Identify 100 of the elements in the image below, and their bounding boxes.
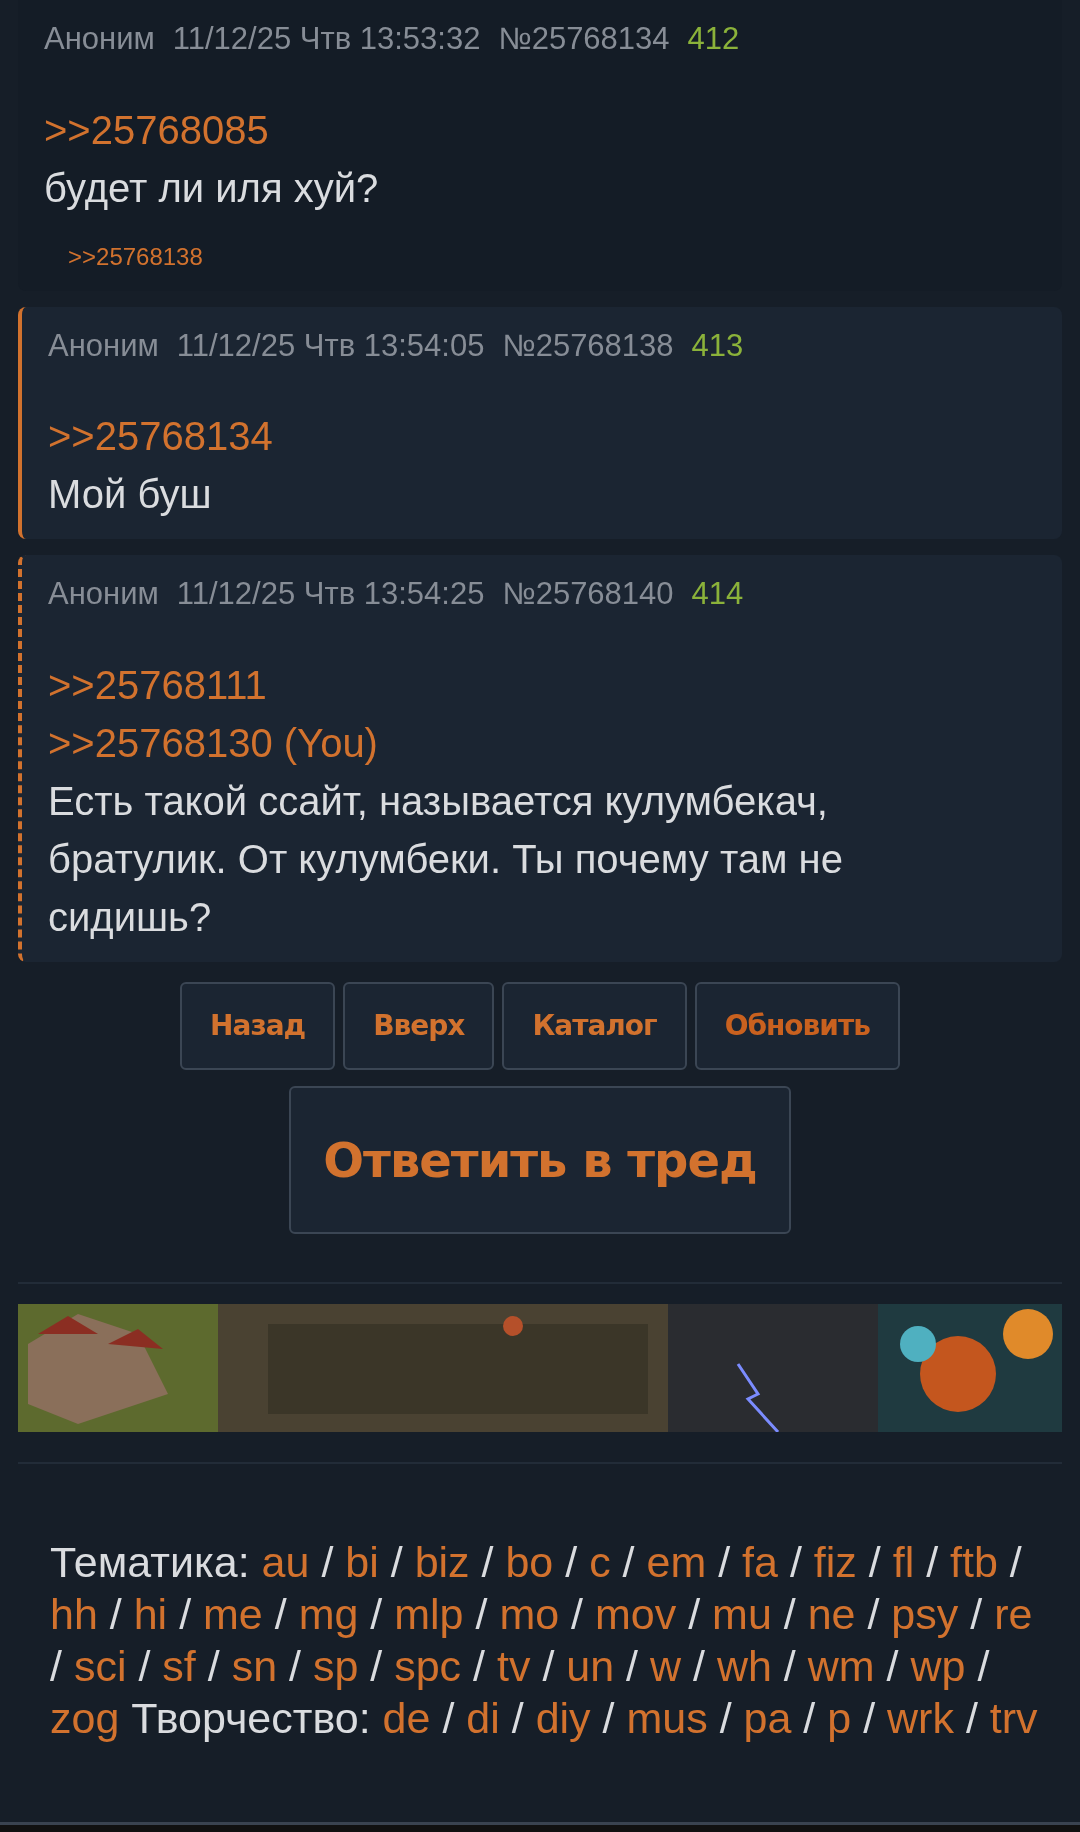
separator: /	[370, 1589, 383, 1638]
board-link[interactable]: sn	[231, 1641, 278, 1690]
section-title: Тематика:	[50, 1537, 250, 1586]
post-text: будет ли иля хуй?	[44, 164, 380, 212]
separator: /	[1009, 1537, 1022, 1586]
nav-button[interactable]: Обновить	[694, 981, 900, 1070]
board-link[interactable]: wh	[716, 1641, 772, 1690]
board-link[interactable]: de	[382, 1693, 431, 1742]
post-date: 11/12/25 Чтв 13:54:05	[176, 326, 485, 365]
separator: /	[475, 1589, 488, 1638]
board-link[interactable]: mg	[298, 1589, 359, 1638]
separator: /	[602, 1693, 615, 1742]
separator: /	[481, 1537, 494, 1586]
board-link[interactable]: mo	[499, 1589, 560, 1638]
board-link[interactable]: re	[994, 1589, 1033, 1638]
board-link[interactable]: mov	[594, 1589, 677, 1638]
post-index: 412	[687, 20, 740, 58]
separator: /	[693, 1641, 705, 1690]
separator: /	[109, 1589, 122, 1638]
post-text: Есть такой ссайт, называется кулумбекач, братулик. От кулумбеки. Ты почему там не сидишь?	[48, 777, 844, 941]
separator: /	[321, 1537, 334, 1586]
board-link[interactable]: wm	[807, 1641, 875, 1690]
quote-link[interactable]: >>25768085	[44, 100, 269, 159]
separator: /	[783, 1641, 796, 1690]
separator: /	[565, 1537, 578, 1586]
separator: /	[868, 1537, 881, 1586]
section-title: Творчество:	[131, 1693, 371, 1742]
board-link[interactable]: bo	[505, 1537, 554, 1586]
separator: /	[473, 1641, 486, 1690]
board-link[interactable]: trv	[989, 1693, 1038, 1742]
post-number[interactable]: №25768134	[498, 16, 670, 63]
board-link[interactable]: fl	[892, 1537, 915, 1586]
separator: /	[863, 1693, 876, 1742]
separator: /	[622, 1537, 635, 1586]
separator: /	[719, 1693, 732, 1742]
board-link[interactable]: sf	[162, 1641, 196, 1690]
board-link[interactable]: psy	[891, 1589, 959, 1638]
reply-link[interactable]: >>25768138	[68, 238, 203, 275]
board-link[interactable]: hi	[133, 1589, 168, 1638]
post-author: Аноним	[44, 20, 155, 58]
post-number[interactable]: №25768140	[502, 571, 674, 618]
board-link[interactable]: spc	[394, 1641, 462, 1690]
separator: /	[571, 1589, 583, 1638]
post-number[interactable]: №25768138	[502, 322, 674, 369]
separator: /	[867, 1589, 880, 1638]
board-link[interactable]: p	[827, 1693, 852, 1742]
board-link[interactable]: ne	[807, 1589, 856, 1638]
quote-link[interactable]: >>25768134	[48, 407, 273, 465]
separator: /	[274, 1589, 287, 1638]
reply-thread-button[interactable]: Ответить в тред	[289, 1085, 791, 1234]
separator: /	[886, 1641, 899, 1690]
board-link[interactable]: bi	[345, 1537, 379, 1586]
separator: /	[50, 1641, 62, 1690]
board-link[interactable]: ftb	[950, 1537, 998, 1586]
board-link[interactable]: mus	[626, 1693, 708, 1742]
board-link[interactable]: fa	[742, 1537, 778, 1586]
board-link[interactable]: tv	[497, 1641, 531, 1690]
quote-link[interactable]: >>25768130 (You)	[48, 713, 378, 772]
board-link[interactable]: fiz	[813, 1537, 857, 1586]
board-link[interactable]: biz	[414, 1537, 470, 1586]
nav-button[interactable]: Назад	[180, 981, 336, 1070]
board-link[interactable]: w	[650, 1641, 682, 1690]
separator: /	[926, 1537, 939, 1586]
quote-link[interactable]: >>25768111	[48, 655, 267, 714]
board-link[interactable]: di	[466, 1693, 500, 1742]
board-link[interactable]: pa	[743, 1693, 792, 1742]
separator: /	[688, 1589, 701, 1638]
board-link[interactable]: mu	[712, 1589, 772, 1638]
separator: /	[970, 1589, 983, 1638]
board-link[interactable]: wrk	[887, 1693, 954, 1742]
board-link[interactable]: wp	[910, 1641, 966, 1690]
board-link[interactable]: diy	[535, 1693, 591, 1742]
board-link[interactable]: me	[203, 1589, 263, 1638]
board-link[interactable]: hh	[50, 1589, 98, 1638]
nav-button[interactable]: Каталог	[502, 981, 687, 1070]
board-link[interactable]: c	[589, 1537, 611, 1586]
post-text: Мой буш	[48, 471, 213, 518]
board-link[interactable]: em	[646, 1537, 707, 1586]
separator: /	[783, 1589, 796, 1638]
separator: /	[179, 1589, 192, 1638]
board-link[interactable]: au	[261, 1537, 310, 1586]
post-index: 413	[691, 326, 744, 365]
separator: /	[370, 1641, 383, 1690]
separator: /	[289, 1641, 301, 1690]
post-author: Аноним	[48, 575, 159, 613]
board-link[interactable]: sci	[73, 1641, 127, 1690]
separator: /	[511, 1693, 524, 1742]
board-link[interactable]: zog	[50, 1693, 120, 1742]
separator: /	[542, 1641, 555, 1690]
separator: /	[965, 1693, 978, 1742]
nav-button[interactable]: Вверх	[343, 981, 495, 1070]
board-link[interactable]: mlp	[394, 1589, 464, 1638]
board-link[interactable]: sp	[312, 1641, 359, 1690]
separator: /	[442, 1693, 455, 1742]
board-link[interactable]: un	[566, 1641, 615, 1690]
separator: /	[977, 1641, 990, 1690]
separator: /	[138, 1641, 151, 1690]
separator: /	[803, 1693, 816, 1742]
post-author: Аноним	[48, 326, 159, 365]
post-date: 11/12/25 Чтв 13:53:32	[172, 20, 481, 58]
